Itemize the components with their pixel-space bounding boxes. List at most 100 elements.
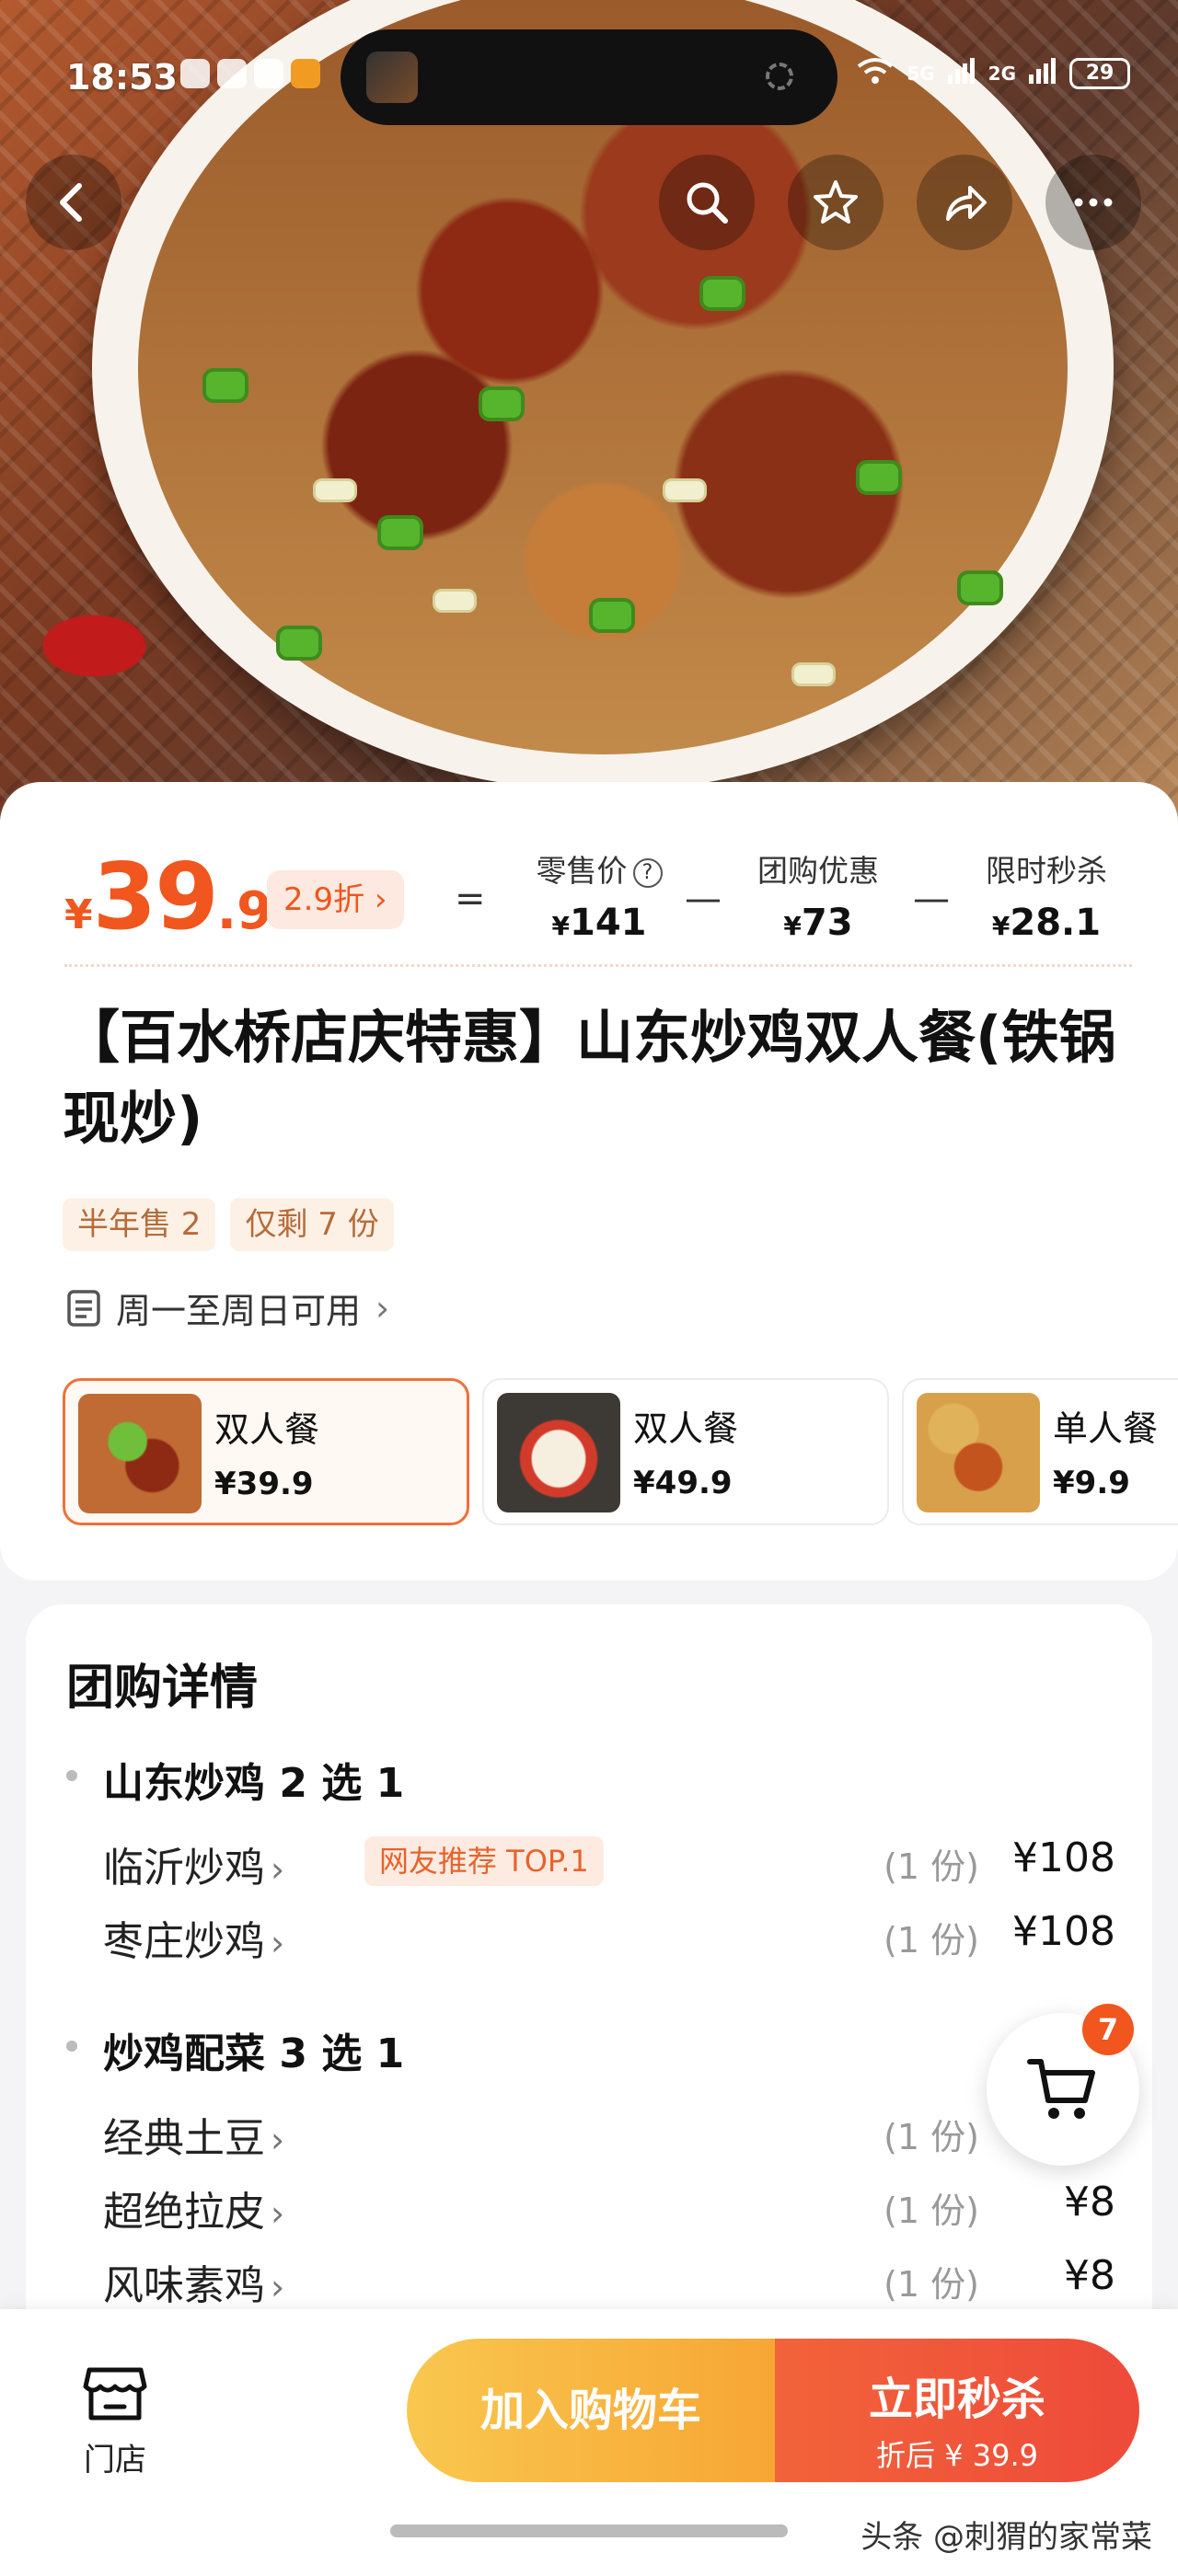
menu-item-qty: (1 份) — [884, 1846, 979, 1887]
minus-sign: — — [685, 878, 722, 920]
help-icon[interactable]: ? — [632, 857, 663, 888]
menu-item-name-wrap: 经典土豆 › — [103, 2105, 284, 2164]
wifi-icon — [857, 57, 894, 89]
pepper-piece — [202, 368, 248, 403]
menu-item-name-wrap: 枣庄炒鸡 › — [103, 1908, 284, 1967]
group-title: 炒鸡配菜 3 选 1 — [66, 2020, 404, 2079]
package-thumbnail — [917, 1393, 1040, 1512]
menu-item-name: 临沂炒鸡 — [103, 1845, 265, 1892]
flash-sale-label: 限时秒杀 — [986, 853, 1107, 889]
flash-sale-discount: 限时秒杀 ¥28.1 — [968, 846, 1125, 944]
back-button[interactable] — [26, 155, 121, 250]
package-option-2[interactable]: 双人餐 ¥49.9 — [482, 1378, 889, 1525]
package-price: ¥49.9 — [633, 1465, 733, 1501]
dynamic-island[interactable] — [341, 29, 837, 125]
retail-price[interactable]: 零售价? ¥141 — [521, 846, 677, 944]
flash-sale-value-wrap: ¥28.1 — [968, 902, 1125, 944]
alarm-icon — [180, 59, 210, 88]
menu-item-name: 枣庄炒鸡 — [103, 1918, 265, 1965]
add-to-cart-button[interactable]: 加入购物车 — [407, 2339, 775, 2482]
menu-item[interactable]: 超绝拉皮 › (1 份) ¥8 — [103, 2179, 1115, 2236]
menu-item-price: ¥8 — [1064, 2179, 1115, 2225]
more-button[interactable] — [1045, 155, 1141, 250]
package-option-1[interactable]: 双人餐 ¥39.9 — [63, 1378, 469, 1525]
group-discount-value-wrap: ¥73 — [740, 902, 896, 944]
pepper-piece — [589, 598, 635, 633]
chevron-right-icon: › — [375, 1287, 390, 1328]
discount-badge[interactable]: 2.9折 › — [267, 870, 404, 929]
search-button[interactable] — [659, 155, 755, 250]
network-5g-label: 5G — [907, 62, 935, 85]
currency-symbol: ¥ — [551, 911, 570, 941]
availability-text: 周一至周日可用 — [116, 1291, 362, 1331]
share-button[interactable] — [917, 155, 1012, 250]
store-label: 门店 — [84, 2442, 146, 2478]
current-price: ¥39.9 — [64, 846, 272, 948]
package-name: 单人餐 — [1053, 1409, 1159, 1449]
availability-link[interactable]: 周一至周日可用 › — [66, 1282, 389, 1333]
section-title: 团购详情 — [66, 1661, 259, 1716]
package-options: 双人餐 ¥39.9 双人餐 ¥49.9 单人餐 ¥9.9 — [63, 1378, 1178, 1525]
chevron-right-icon: › — [271, 2267, 285, 2307]
menu-item[interactable]: 经典土豆 › (1 份) — [103, 2105, 1115, 2162]
package-option-3[interactable]: 单人餐 ¥9.9 — [902, 1378, 1178, 1525]
store-button[interactable]: 门店 — [64, 2357, 166, 2479]
status-icons — [180, 59, 320, 88]
flash-buy-label: 立即秒杀 — [868, 2374, 1045, 2425]
pepper-piece — [276, 626, 322, 661]
search-icon — [687, 182, 728, 224]
product-info-card: ¥39.9 2.9折 › = 零售价? ¥141 — 团购优惠 ¥73 — 限时… — [0, 782, 1178, 1581]
package-name: 双人餐 — [633, 1409, 739, 1449]
pepper-piece — [377, 515, 423, 550]
sold-count-tag: 半年售 2 — [63, 1198, 216, 1251]
retail-price-value: 141 — [569, 902, 647, 944]
package-price: ¥9.9 — [1053, 1465, 1130, 1501]
group-discount-label: 团购优惠 — [757, 853, 879, 889]
package-thumbnail — [497, 1393, 620, 1512]
group-title: 山东炒鸡 2 选 1 — [66, 1750, 404, 1809]
flash-buy-button[interactable]: 立即秒杀 折后 ¥ 39.9 — [775, 2339, 1139, 2482]
menu-item-price: ¥108 — [1012, 1834, 1115, 1881]
menu-item[interactable]: 风味素鸡 › (1 份) ¥8 — [103, 2252, 1115, 2309]
battery-indicator: 29 — [1069, 57, 1130, 89]
onion-piece — [313, 478, 357, 502]
chevron-right-icon: › — [271, 2120, 285, 2160]
favorite-button[interactable] — [788, 155, 884, 250]
menu-item-qty: (1 份) — [884, 2264, 979, 2305]
menu-item-name: 风味素鸡 — [103, 2262, 265, 2309]
divider — [64, 964, 1132, 967]
island-media-thumb — [366, 52, 418, 103]
island-activity-icon — [766, 63, 793, 90]
group-deal-details-card: 团购详情 山东炒鸡 2 选 1 临沂炒鸡 › 网友推荐 TOP.1 (1 份) ¥… — [26, 1604, 1152, 2340]
floating-cart-button[interactable]: 7 — [987, 2004, 1139, 2166]
minus-sign: — — [913, 878, 950, 920]
price-integer: 39 — [92, 843, 219, 950]
battery-saver-icon — [254, 59, 283, 88]
menu-item-name-wrap: 风味素鸡 › — [103, 2252, 284, 2311]
flash-buy-sub-label: 折后 ¥ 39.9 — [876, 2438, 1038, 2473]
discount-label: 2.9折 — [283, 881, 365, 918]
currency-symbol: ¥ — [991, 911, 1011, 941]
signal-icon — [947, 58, 976, 88]
retail-price-label: 零售价 — [536, 853, 628, 889]
share-icon — [946, 186, 987, 221]
menu-item[interactable]: 枣庄炒鸡 › (1 份) ¥108 — [103, 1908, 1115, 1965]
pepper-piece — [856, 460, 902, 495]
chevron-right-icon: › — [271, 1923, 285, 1963]
product-title: 【百水桥店庆特惠】山东炒鸡双人餐(铁锅现炒) — [63, 1004, 1116, 1152]
menu-item-price: ¥108 — [1012, 1908, 1115, 1955]
star-icon — [814, 180, 858, 224]
status-time: 18:53 — [66, 57, 178, 98]
cart-count-badge: 7 — [1082, 2004, 1134, 2055]
status-right: 5G 2G 29 — [857, 57, 1130, 89]
signal-icon — [1029, 58, 1057, 88]
package-price: ¥39.9 — [214, 1466, 314, 1502]
chevron-left-icon — [60, 183, 82, 222]
retail-price-label-wrap: 零售价? — [521, 846, 677, 891]
remaining-stock-tag: 仅剩 7 份 — [230, 1198, 394, 1251]
menu-item[interactable]: 临沂炒鸡 › 网友推荐 TOP.1 (1 份) ¥108 — [103, 1834, 1115, 1892]
home-indicator[interactable] — [390, 2524, 788, 2537]
menu-item-price: ¥8 — [1064, 2252, 1115, 2299]
onion-piece — [663, 478, 707, 502]
pepper-piece — [699, 276, 745, 311]
